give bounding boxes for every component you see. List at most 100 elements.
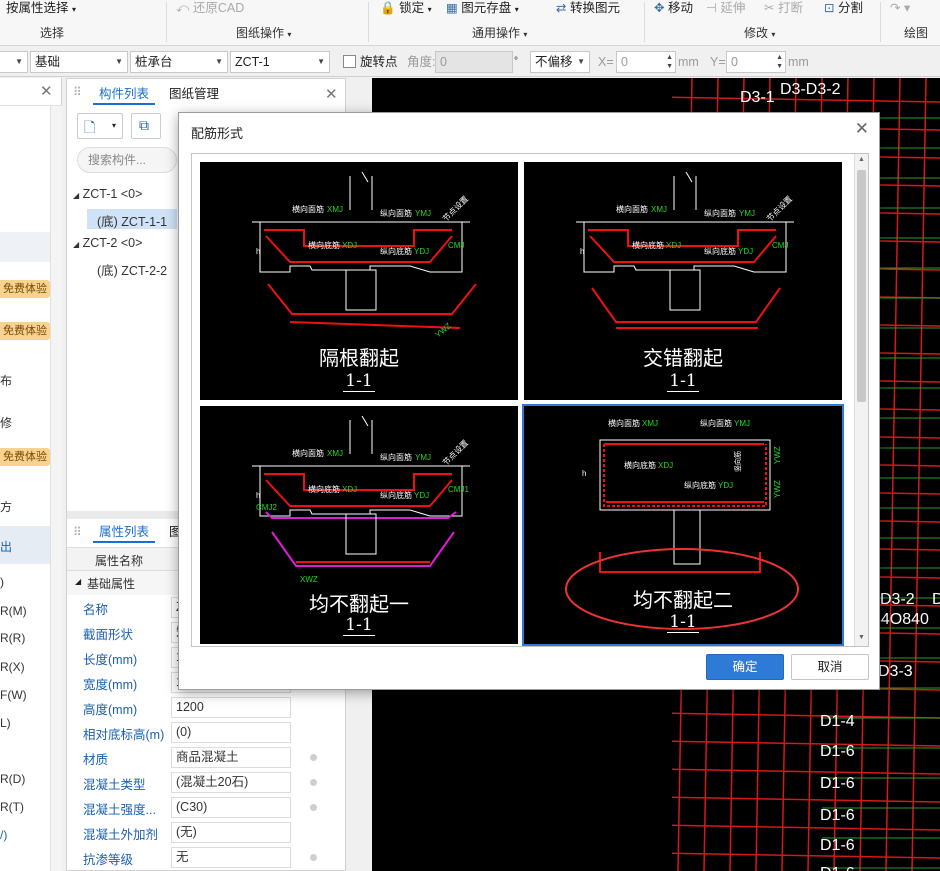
break-mark <box>361 171 369 183</box>
property-name: 混凝土类型 <box>83 778 146 792</box>
category-select[interactable]: 基础 ▼ <box>30 51 128 73</box>
option-no-bend-two[interactable]: 横向面筋 XMJ 纵向面筋 YMJ 横向底筋 XDJ 纵向底筋 YDJ h YWZ YWZ 竖向筋 均… <box>522 404 844 646</box>
label-top-trans: 横向面筋 <box>616 204 648 214</box>
free-trial-badge[interactable]: 免费体验 <box>0 448 50 466</box>
tab-component-list[interactable]: 构件列表 <box>93 83 156 105</box>
x-unit: mm <box>678 55 699 69</box>
free-trial-badge[interactable]: 免费体验 <box>0 322 50 340</box>
code-side: CMJ1 <box>448 485 469 494</box>
nav-item[interactable]: R(M) <box>0 604 27 618</box>
option-every-other-bend[interactable]: 横向面筋 XMJ 纵向面筋 YMJ 横向底筋 XDJ 纵向底筋 YDJ h 节点设置 CMJ YWZ … <box>200 162 518 400</box>
layer-select[interactable]: ▼ <box>0 51 28 73</box>
property-row[interactable]: 抗渗等级 无 <box>67 845 347 870</box>
y-input[interactable]: 0 ▲ ▼ <box>726 51 786 73</box>
group-label-drawing: 图纸操作 ▾ <box>236 26 292 40</box>
collapse-icon[interactable]: ◢ <box>75 577 81 586</box>
property-value[interactable]: (0) <box>171 722 291 743</box>
scrollbar-thumb[interactable] <box>857 170 866 402</box>
property-value[interactable]: 1200 <box>171 697 291 718</box>
x-label: X= <box>598 55 614 69</box>
x-input[interactable]: 0 ▲ ▼ <box>616 51 676 73</box>
nav-scrollbar[interactable] <box>50 106 62 871</box>
option-title: 均不翻起一 <box>309 592 409 616</box>
extend-icon: ⊣ <box>706 1 717 15</box>
nav-header: ✕ <box>0 78 62 106</box>
break-button[interactable]: ✂ 打断 <box>764 0 803 16</box>
cancel-button[interactable]: 取消 <box>791 654 869 680</box>
option-staggered-bend[interactable]: 横向面筋 XMJ 纵向面筋 YMJ 横向底筋 XDJ 纵向底筋 YDJ h 节点设置 CMJ 交错翻… <box>524 162 842 400</box>
top-rebar <box>264 229 452 247</box>
group-label-common: 通用操作 ▾ <box>472 26 528 40</box>
y-label: Y= <box>710 55 726 69</box>
ribbon-separator <box>644 2 645 42</box>
draw-arc-icon[interactable]: ↷ ▾ <box>890 0 910 16</box>
split-button[interactable]: ⊡ 分割 <box>824 0 863 16</box>
property-value[interactable]: (无) <box>171 822 291 843</box>
property-row[interactable]: 混凝土外加剂 (无) <box>67 820 347 845</box>
rotate-point-checkbox[interactable] <box>343 55 356 68</box>
nav-item[interactable]: R(T) <box>0 800 24 814</box>
label-top-long: 纵向面筋 <box>380 452 412 462</box>
close-icon[interactable]: ✕ <box>325 85 338 103</box>
ok-button[interactable]: 确定 <box>706 654 784 680</box>
tree-leaf[interactable]: (底) ZCT-1-1 <box>97 211 167 230</box>
tree-node[interactable]: ◢ ZCT-2 <0> <box>73 236 142 250</box>
code-ywz: YWZ <box>773 446 782 464</box>
nav-item[interactable]: R(D) <box>0 772 25 786</box>
option-no-bend-one[interactable]: 横向面筋 XMJ 纵向面筋 YMJ 横向底筋 XDJ 纵向底筋 YDJ h 节点设置 CMJ1 CMJ… <box>200 406 518 644</box>
close-icon[interactable]: ✕ <box>40 82 53 100</box>
search-input[interactable]: 搜索构件... <box>77 147 177 173</box>
property-value[interactable]: 商品混凝土 <box>171 747 291 768</box>
nav-item[interactable]: /) <box>0 828 7 842</box>
property-row[interactable]: 混凝土强度... (C30) <box>67 795 347 820</box>
tree-node[interactable]: ◢ ZCT-1 <0> <box>73 187 142 201</box>
nav-item[interactable]: 方 <box>0 498 12 515</box>
property-row[interactable]: 材质 商品混凝土 <box>67 745 347 770</box>
property-value[interactable]: (C30) <box>171 797 291 818</box>
save-icon: ▦ <box>446 1 458 15</box>
property-name: 混凝土强度... <box>83 803 156 817</box>
restore-cad-button[interactable]: ⤺ 还原CAD <box>176 0 244 16</box>
offset-select[interactable]: 不偏移 ▼ <box>530 51 590 73</box>
property-value[interactable]: (混凝土20石) <box>171 772 291 793</box>
copy-component-button[interactable]: ⧉ <box>131 113 161 139</box>
property-value[interactable]: 无 <box>171 847 291 868</box>
type-select[interactable]: 桩承台 ▼ <box>130 51 228 73</box>
tree-leaf[interactable]: (底) ZCT-2-2 <box>97 260 167 279</box>
tab-drawing-management[interactable]: 图纸管理 <box>163 83 225 105</box>
scroll-up-icon[interactable]: ▲ <box>858 156 865 163</box>
property-row[interactable]: 混凝土类型 (混凝土20石) <box>67 770 347 795</box>
new-component-button[interactable]: 🗋 ▾ <box>77 113 123 139</box>
lock-button[interactable]: 🔒 锁定 ▾ <box>380 0 432 16</box>
nav-item[interactable]: L) <box>0 716 11 730</box>
nav-item[interactable]: R(R) <box>0 631 25 645</box>
element-select[interactable]: ZCT-1 ▼ <box>230 51 330 73</box>
nav-item[interactable]: 修 <box>0 414 12 431</box>
code-top-long: YMJ <box>415 453 431 462</box>
nav-item[interactable]: 布 <box>0 372 12 389</box>
property-row[interactable]: 高度(mm) 1200 <box>67 695 347 720</box>
nav-item[interactable]: 出 <box>0 538 12 555</box>
property-row[interactable]: 相对底标高(m) (0) <box>67 720 347 745</box>
angle-input[interactable]: 0 <box>435 51 513 73</box>
collapse-icon[interactable]: ◢ <box>73 240 79 249</box>
nav-item[interactable]: F(W) <box>0 688 27 702</box>
save-element-button[interactable]: ▦ 图元存盘 ▾ <box>446 0 519 16</box>
attribute-select-button[interactable]: 按属性选择 ▾ <box>6 0 76 16</box>
close-icon[interactable]: ✕ <box>855 119 869 139</box>
drag-handle-icon[interactable]: ⠿ <box>73 85 82 99</box>
convert-element-button[interactable]: ⇄ 转换图元 <box>556 0 620 16</box>
label-top-trans: 横向面筋 <box>292 204 324 214</box>
label-joint: 节点设置 <box>440 438 470 468</box>
free-trial-badge[interactable]: 免费体验 <box>0 280 50 298</box>
nav-item[interactable]: ) <box>0 575 4 589</box>
collapse-icon[interactable]: ◢ <box>73 191 79 200</box>
gallery-scrollbar[interactable]: ▲ ▼ <box>854 154 868 646</box>
nav-item[interactable]: R(X) <box>0 660 25 674</box>
tab-property-list[interactable]: 属性列表 <box>93 521 156 543</box>
extend-button[interactable]: ⊣ 延伸 <box>706 0 745 16</box>
move-button[interactable]: ✥ 移动 <box>654 0 693 16</box>
drag-handle-icon[interactable]: ⠿ <box>73 525 82 539</box>
canvas-label: D1-6 <box>820 837 855 854</box>
scroll-down-icon[interactable]: ▼ <box>858 634 865 641</box>
